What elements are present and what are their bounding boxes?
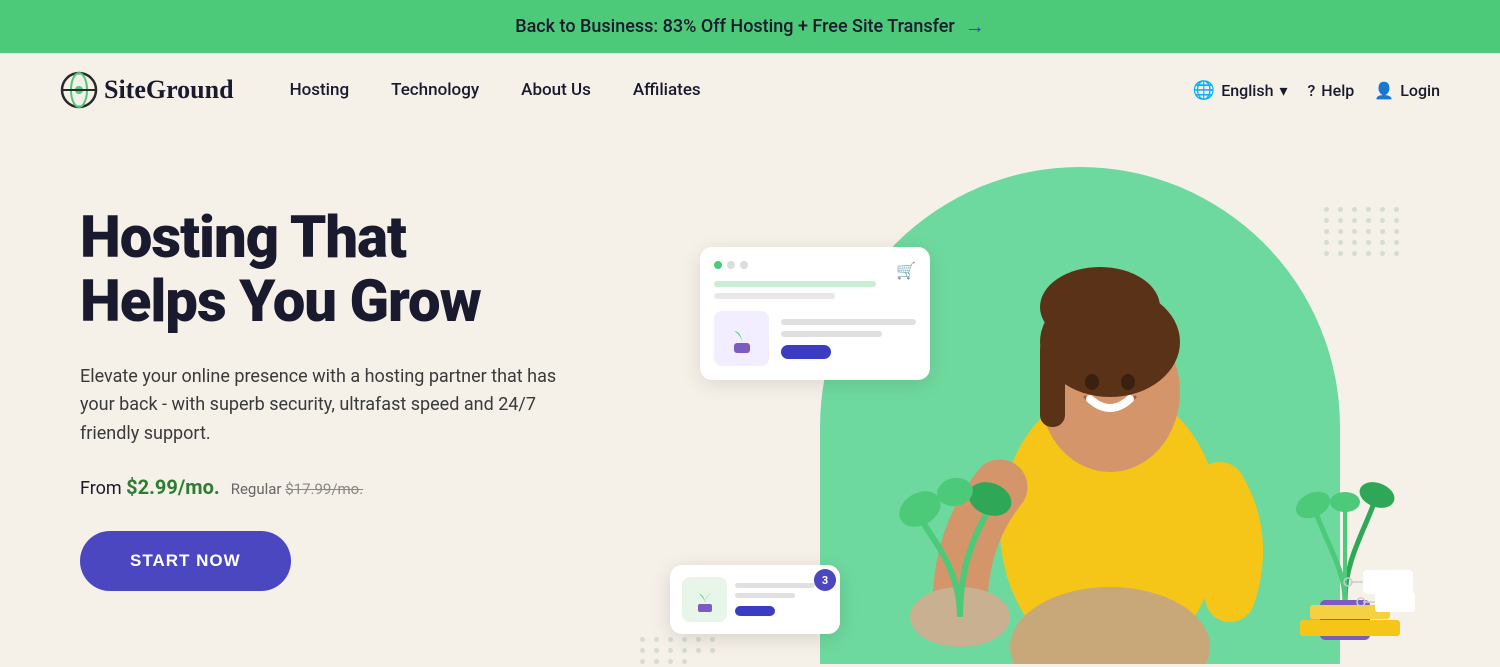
notification-badge: 3: [814, 569, 836, 591]
hero-content: Hosting That Helps You Grow Elevate your…: [80, 187, 640, 591]
small-plant-icon: [682, 577, 727, 622]
browser-line-short: [714, 293, 835, 299]
logo-icon: [60, 71, 98, 109]
logo-text: SiteGround: [104, 75, 234, 105]
nav-about-us[interactable]: About Us: [505, 72, 607, 108]
translate-icon: 🌐: [1193, 80, 1215, 101]
help-button[interactable]: ? Help: [1308, 81, 1355, 100]
help-label: Help: [1321, 81, 1354, 100]
banner-text: Back to Business: 83% Off Hosting + Free…: [515, 16, 955, 37]
user-icon: 👤: [1374, 81, 1394, 100]
nav-affiliates[interactable]: Affiliates: [617, 72, 717, 108]
cart-icon: 🛒: [896, 261, 916, 280]
browser-url-line: [714, 281, 876, 287]
dots-bottom-left: [640, 637, 718, 664]
hero-title: Hosting That Helps You Grow: [80, 207, 640, 335]
nav-technology[interactable]: Technology: [375, 72, 495, 108]
login-button[interactable]: 👤 Login: [1374, 81, 1440, 100]
promo-banner[interactable]: Back to Business: 83% Off Hosting + Free…: [0, 0, 1500, 53]
browser-window-dots: [714, 261, 916, 269]
browser-card-top: 🛒: [700, 247, 930, 380]
card-line-2: [735, 593, 795, 598]
hero-illustration: 🛒 3: [640, 187, 1420, 664]
navbar: SiteGround Hosting Technology About Us A…: [0, 53, 1500, 127]
price-amount: $2.99/mo.: [126, 475, 225, 499]
deco-plants-right: [1295, 450, 1415, 654]
logo-link[interactable]: SiteGround: [60, 71, 234, 109]
plant-product-icon: [714, 311, 769, 366]
price-from-label: From: [80, 478, 122, 499]
add-to-cart-btn-mock: [781, 345, 831, 359]
browser-dot-2: [740, 261, 748, 269]
card-text-lines: [735, 583, 815, 616]
text-line-1: [781, 319, 916, 325]
dots-top-right: [1324, 207, 1402, 256]
banner-arrow-icon: →: [965, 14, 985, 39]
price-regular: Regular $17.99/mo.: [231, 480, 363, 498]
chevron-down-icon: ▾: [1279, 81, 1287, 100]
login-label: Login: [1400, 81, 1440, 100]
start-now-button[interactable]: START NOW: [80, 531, 291, 591]
browser-dot-green: [714, 261, 722, 269]
help-circle-icon: ?: [1308, 81, 1316, 100]
card-line-1: [735, 583, 815, 588]
hero-description: Elevate your online presence with a host…: [80, 363, 580, 449]
nav-hosting[interactable]: Hosting: [274, 72, 366, 108]
browser-text-content: [781, 319, 916, 359]
hero-pricing: From $2.99/mo. Regular $17.99/mo.: [80, 475, 640, 499]
browser-card-bottom: 3: [670, 565, 840, 634]
hero-section: Hosting That Helps You Grow Elevate your…: [0, 127, 1500, 664]
browser-content: [714, 311, 916, 366]
text-line-2: [781, 331, 882, 337]
language-selector[interactable]: 🌐 English ▾: [1193, 80, 1288, 101]
nav-right: 🌐 English ▾ ? Help 👤 Login: [1193, 80, 1440, 101]
card-btn-mock: [735, 606, 775, 616]
nav-links: Hosting Technology About Us Affiliates: [274, 72, 1193, 108]
browser-dot-1: [727, 261, 735, 269]
price-strikethrough: $17.99/mo.: [285, 480, 363, 498]
language-label: English: [1221, 81, 1273, 100]
